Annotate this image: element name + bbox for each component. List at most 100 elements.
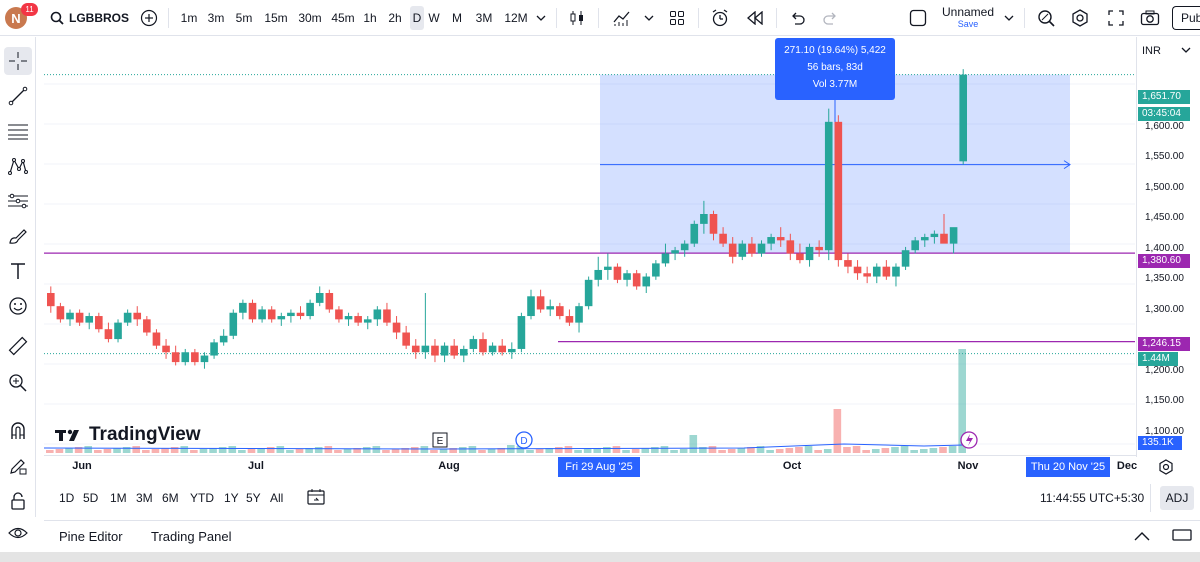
magnet-tool[interactable] [4,417,32,445]
trading-panel-tab[interactable]: Trading Panel [151,529,231,544]
range-5d[interactable]: 5D [83,491,98,505]
pattern-icon [8,158,28,175]
candle-body [152,332,161,346]
forecast-tool[interactable] [4,187,32,215]
range-1d[interactable]: 1D [59,491,74,505]
interval-dropdown[interactable] [534,0,548,36]
candle-body [421,345,430,353]
candle-body [709,214,718,234]
candle-body [75,312,84,323]
symbol-search[interactable]: LGBBROS [50,0,132,36]
range-6m[interactable]: 6M [162,491,179,505]
emoji-tool[interactable] [4,292,32,320]
collapse-panel-button[interactable] [1134,529,1150,544]
undo-button[interactable] [786,0,808,36]
text-tool[interactable] [4,257,32,285]
earnings-marker-label: E [437,436,444,447]
range-5y[interactable]: 5Y [246,491,261,505]
clock[interactable]: 11:44:55 UTC+5:30 [1040,491,1144,505]
zoom-tool[interactable] [4,369,32,397]
axis-settings-button[interactable] [1156,457,1176,477]
ruler-icon [8,336,28,356]
volume-bar [314,447,323,453]
adjust-toggle[interactable]: ADJ [1160,486,1194,510]
maximize-icon [1172,529,1192,541]
candle-body [373,309,382,320]
range-ytd[interactable]: YTD [190,491,214,505]
candle-body [584,279,593,307]
brush-tool[interactable] [4,222,32,250]
candle-body [594,269,603,280]
settings-button[interactable] [1068,0,1092,36]
compare-button[interactable] [138,0,160,36]
price-tick: 1,600.00 [1145,121,1184,132]
interval-45m[interactable]: 45m [328,0,358,36]
volume-bar [814,450,822,453]
quick-search-button[interactable] [1034,0,1058,36]
volume-bar [737,448,746,453]
volume-bar [199,449,208,453]
pattern-tool[interactable] [4,152,32,180]
interval-d[interactable]: D [410,6,424,30]
snapshot-button[interactable] [1138,0,1162,36]
ruler-tool[interactable] [4,332,32,360]
layout-name: Unnamed [941,5,995,19]
volume-bar [324,446,333,453]
fib-tool[interactable] [4,117,32,145]
trendline-tool[interactable] [4,82,32,110]
maximize-panel-button[interactable] [1172,529,1192,544]
candle-body [642,276,651,287]
range-1m[interactable]: 1M [110,491,127,505]
volume-bar [775,449,784,453]
alert-button[interactable] [708,0,732,36]
volume-bar [670,450,678,453]
interval-5m[interactable]: 5m [232,0,256,36]
candle-body [258,309,266,320]
crosshair-tool[interactable] [4,47,32,75]
candle-body [844,260,852,267]
interval-12m[interactable]: 12M [502,0,530,36]
layout-name-button[interactable]: Unnamed Save [938,5,998,29]
fullscreen-button[interactable] [1104,0,1128,36]
interval-1m[interactable]: 1m [178,0,200,36]
visibility-tool[interactable] [4,519,32,547]
interval-w[interactable]: W [426,0,442,36]
indicators-dropdown[interactable] [643,0,655,36]
range-all[interactable]: All [270,491,283,505]
chevron-down-icon [1181,47,1191,53]
interval-3m[interactable]: 3M [472,0,496,36]
range-3m[interactable]: 3M [136,491,153,505]
layout-dropdown[interactable] [1002,0,1016,36]
volume-bar [795,447,803,453]
range-1y[interactable]: 1Y [224,491,239,505]
volume-bar [218,447,227,453]
currency-label[interactable]: INR [1142,45,1161,57]
interval-1h[interactable]: 1h [361,0,379,36]
interval-30m[interactable]: 30m [295,0,325,36]
volume-bar [180,446,189,453]
interval-m[interactable]: M [448,0,466,36]
candle-body [56,306,65,320]
price-chart[interactable]: ED [44,44,1135,455]
indicators-button[interactable] [610,0,634,36]
pine-editor-tab[interactable]: Pine Editor [59,529,123,544]
crosshair-icon [9,52,27,70]
interval-3m[interactable]: 3m [205,0,227,36]
redo-button[interactable] [820,0,842,36]
publish-button[interactable]: Pub [1172,6,1200,30]
goto-date-button[interactable] [306,488,326,509]
chart-type-button[interactable] [566,0,588,36]
volume-bar [458,447,467,453]
interval-15m[interactable]: 15m [262,0,290,36]
layout-checkbox[interactable] [906,0,930,36]
layouts-button[interactable] [666,0,688,36]
candle-body [488,345,497,353]
lock-all-tool[interactable] [4,487,32,515]
candle-body [700,214,708,224]
measure-volume: Vol 3.77M [812,79,858,90]
interval-2h[interactable]: 2h [384,0,406,36]
replay-button[interactable] [744,0,766,36]
currency-dropdown[interactable] [1181,45,1191,56]
volume-bar [439,449,448,453]
lock-drawing-tool[interactable] [4,452,32,480]
